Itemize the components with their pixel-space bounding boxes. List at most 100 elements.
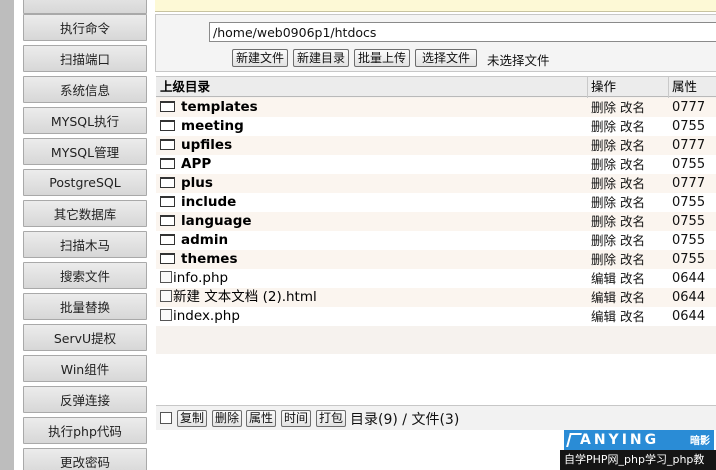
- file-link[interactable]: 新建 文本文档 (2).html: [173, 289, 317, 305]
- delete-link[interactable]: 删除: [591, 233, 616, 248]
- edit-link[interactable]: 编辑: [591, 309, 616, 324]
- dir-link[interactable]: themes: [181, 251, 237, 267]
- sidebar-item-trojan-scan[interactable]: 扫描木马: [23, 231, 147, 258]
- perm-link[interactable]: 0777: [672, 174, 705, 193]
- new-dir-button[interactable]: 新建目录: [293, 49, 350, 67]
- sidebar-item-port-scan[interactable]: 扫描端口: [23, 45, 147, 72]
- folder-icon: [160, 158, 175, 169]
- file-checkbox[interactable]: [160, 309, 172, 321]
- dir-link[interactable]: APP: [181, 156, 211, 172]
- file-link[interactable]: info.php: [173, 270, 228, 286]
- attr-button[interactable]: 属性: [246, 410, 277, 427]
- sidebar-item-reverse-connect[interactable]: 反弹连接: [23, 386, 147, 413]
- rename-link[interactable]: 改名: [620, 100, 645, 115]
- folder-icon: [160, 177, 175, 188]
- folder-icon: [160, 253, 175, 264]
- dir-link[interactable]: meeting: [181, 118, 244, 134]
- dir-row: APP 删除 改名 0755: [156, 155, 716, 174]
- edit-link[interactable]: 编辑: [591, 290, 616, 305]
- choose-file-button[interactable]: 选择文件: [415, 49, 478, 67]
- rename-link[interactable]: 改名: [620, 138, 645, 153]
- sidebar-item-file-manage[interactable]: [23, 0, 147, 14]
- sidebar-item-change-password[interactable]: 更改密码: [23, 448, 147, 470]
- perm-link[interactable]: 0644: [672, 269, 705, 288]
- perm-link[interactable]: 0755: [672, 250, 705, 269]
- copy-button[interactable]: 复制: [177, 410, 208, 427]
- file-checkbox[interactable]: [160, 290, 172, 302]
- perm-link[interactable]: 0777: [672, 98, 705, 117]
- ops-cell: 编辑 改名: [591, 288, 649, 307]
- perm-link[interactable]: 0755: [672, 193, 705, 212]
- delete-link[interactable]: 删除: [591, 100, 616, 115]
- rename-link[interactable]: 改名: [620, 195, 645, 210]
- sidebar-item-batch-replace[interactable]: 批量替换: [23, 293, 147, 320]
- parent-dir-link[interactable]: 上级目录: [160, 77, 210, 97]
- perm-link[interactable]: 0644: [672, 288, 705, 307]
- rename-link[interactable]: 改名: [620, 214, 645, 229]
- dir-link[interactable]: templates: [181, 99, 258, 115]
- top-notice-bar: [155, 0, 716, 12]
- rename-link[interactable]: 改名: [620, 290, 645, 305]
- rename-link[interactable]: 改名: [620, 271, 645, 286]
- perm-link[interactable]: 0777: [672, 136, 705, 155]
- file-table: 上级目录 操作 属性 templates 删除 改名 0777 meeting 删除 改名 0…: [156, 76, 716, 430]
- perm-link[interactable]: 0644: [672, 307, 705, 326]
- dir-link[interactable]: include: [181, 194, 236, 210]
- rename-link[interactable]: 改名: [620, 119, 645, 134]
- file-row: index.php 编辑 改名 0644: [156, 307, 716, 326]
- select-all-checkbox[interactable]: [160, 412, 172, 424]
- sidebar-item-system-info[interactable]: 系统信息: [23, 76, 147, 103]
- new-file-button[interactable]: 新建文件: [232, 49, 289, 67]
- sidebar-item-servu[interactable]: ServU提权: [23, 324, 147, 351]
- watermark-brand: ANYING: [580, 432, 660, 448]
- rename-link[interactable]: 改名: [620, 157, 645, 172]
- dir-link[interactable]: language: [181, 213, 252, 229]
- rename-link[interactable]: 改名: [620, 233, 645, 248]
- delete-link[interactable]: 删除: [591, 214, 616, 229]
- sidebar-item-mysql-exec[interactable]: MYSQL执行: [23, 107, 147, 134]
- perm-link[interactable]: 0755: [672, 155, 705, 174]
- delete-link[interactable]: 删除: [591, 119, 616, 134]
- batch-upload-button[interactable]: 批量上传: [354, 49, 411, 67]
- delete-button[interactable]: 删除: [212, 410, 243, 427]
- entry-name-cell: themes: [160, 250, 237, 269]
- rename-link[interactable]: 改名: [620, 309, 645, 324]
- ops-cell: 删除 改名: [591, 212, 649, 231]
- file-row: 新建 文本文档 (2).html 编辑 改名 0644: [156, 288, 716, 307]
- dir-row: language 删除 改名 0755: [156, 212, 716, 231]
- sidebar-item-search-file[interactable]: 搜索文件: [23, 262, 147, 289]
- dir-row: include 删除 改名 0755: [156, 193, 716, 212]
- delete-link[interactable]: 删除: [591, 138, 616, 153]
- sidebar-item-exec-php[interactable]: 执行php代码: [23, 417, 147, 444]
- sidebar-item-mysql-manage[interactable]: MYSQL管理: [23, 138, 147, 165]
- file-checkbox[interactable]: [160, 271, 172, 283]
- rename-link[interactable]: 改名: [620, 176, 645, 191]
- perm-link[interactable]: 0755: [672, 117, 705, 136]
- dir-link[interactable]: plus: [181, 175, 213, 191]
- entry-name-cell: admin: [160, 231, 228, 250]
- dir-link[interactable]: admin: [181, 232, 228, 248]
- perm-link[interactable]: 0755: [672, 212, 705, 231]
- sidebar-item-other-db[interactable]: 其它数据库: [23, 200, 147, 227]
- edit-link[interactable]: 编辑: [591, 271, 616, 286]
- perm-link[interactable]: 0755: [672, 231, 705, 250]
- dir-link[interactable]: upfiles: [181, 137, 232, 153]
- delete-link[interactable]: 删除: [591, 195, 616, 210]
- sidebar-item-exec-command[interactable]: 执行命令: [23, 14, 147, 41]
- sidebar-item-win-component[interactable]: Win组件: [23, 355, 147, 382]
- delete-link[interactable]: 删除: [591, 176, 616, 191]
- entry-name-cell: meeting: [160, 117, 244, 136]
- folder-icon: [160, 120, 175, 131]
- path-input[interactable]: [209, 22, 716, 42]
- sidebar-item-postgresql[interactable]: PostgreSQL: [23, 169, 147, 196]
- time-button[interactable]: 时间: [281, 410, 312, 427]
- pack-button[interactable]: 打包: [316, 410, 347, 427]
- delete-link[interactable]: 删除: [591, 252, 616, 267]
- dir-row: admin 删除 改名 0755: [156, 231, 716, 250]
- rename-link[interactable]: 改名: [620, 252, 645, 267]
- file-link[interactable]: index.php: [173, 308, 240, 324]
- ops-cell: 删除 改名: [591, 193, 649, 212]
- no-file-label: 未选择文件: [487, 53, 550, 68]
- folder-icon: [160, 234, 175, 245]
- delete-link[interactable]: 删除: [591, 157, 616, 172]
